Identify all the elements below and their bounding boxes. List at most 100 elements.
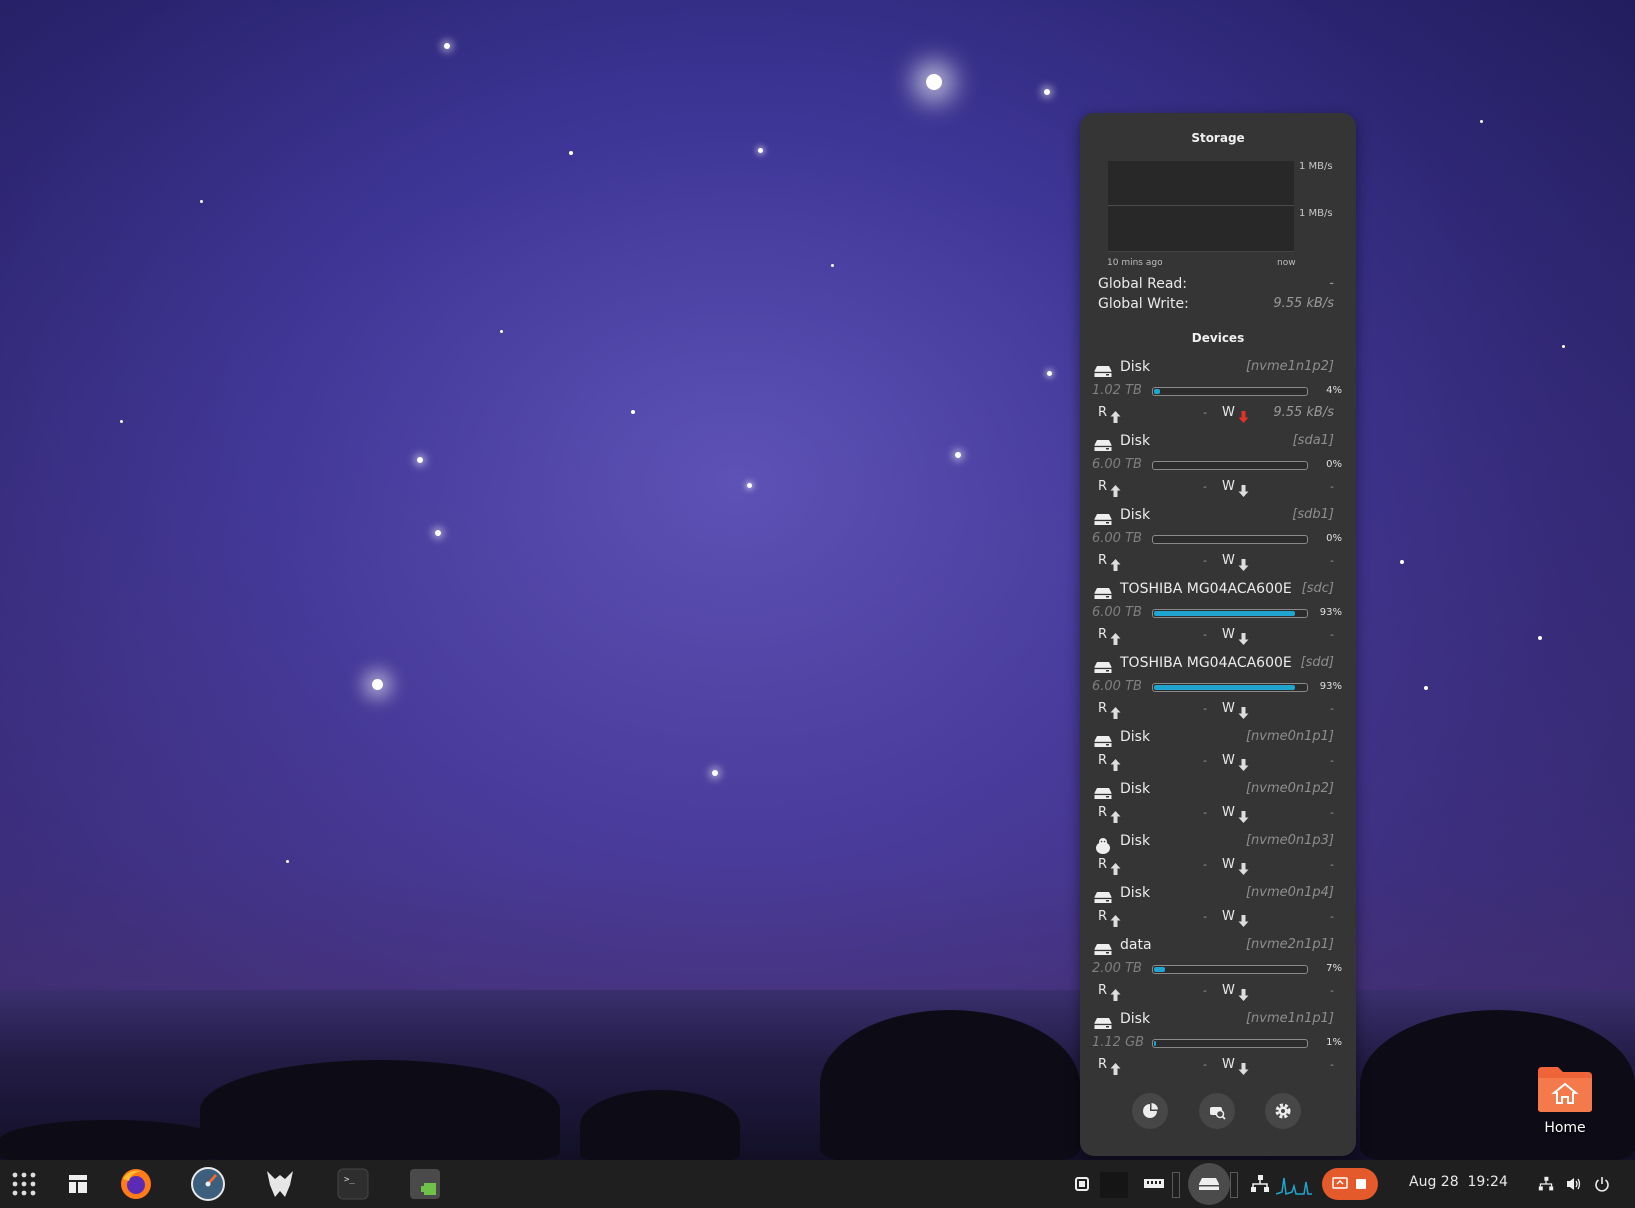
- write-rate: -: [1330, 754, 1334, 767]
- rock: [200, 1060, 560, 1160]
- device-usage-percent: 93%: [1319, 607, 1342, 618]
- disk-search-icon: [1210, 1107, 1226, 1120]
- read-rate: -: [1203, 554, 1207, 567]
- device-usage-percent: 0%: [1326, 459, 1342, 470]
- disk-icon: [1094, 437, 1112, 451]
- star: [286, 860, 289, 863]
- storage-indicator[interactable]: [1188, 1163, 1230, 1205]
- settings-button[interactable]: [1265, 1093, 1301, 1129]
- device-usage-bar: [1152, 535, 1308, 544]
- global-read-label: Global Read:: [1098, 276, 1188, 292]
- stats-button[interactable]: [1132, 1093, 1168, 1129]
- device-usage-fill: [1154, 611, 1295, 616]
- taskbar: >_ Aug 28 19:24: [0, 1160, 1635, 1208]
- app-grid-button[interactable]: [6, 1166, 42, 1202]
- terminal-launcher[interactable]: >_: [335, 1166, 371, 1202]
- memory-icon: [1144, 1179, 1164, 1188]
- write-rate: 9.55 kB/s: [1273, 405, 1334, 420]
- read-label: R: [1098, 405, 1108, 420]
- write-label: W: [1222, 983, 1235, 998]
- write-label: W: [1222, 753, 1235, 768]
- system-monitor-button[interactable]: [1199, 1093, 1235, 1129]
- device-usage-bar: [1152, 1039, 1308, 1048]
- read-arrow-up-icon: [1110, 912, 1121, 927]
- device-name: Disk: [1120, 781, 1151, 797]
- write-arrow-down-icon: [1238, 912, 1249, 927]
- power-icon: [1595, 1177, 1609, 1192]
- power-menu[interactable]: [1584, 1166, 1620, 1202]
- write-label: W: [1222, 701, 1235, 716]
- star: [926, 74, 942, 90]
- star: [631, 410, 635, 414]
- stop-recording-icon[interactable]: [1356, 1179, 1366, 1189]
- device-size: 6.00 TB: [1092, 457, 1142, 472]
- linux-icon: [1094, 837, 1112, 854]
- read-label: R: [1098, 857, 1108, 872]
- firefox-icon: [121, 1169, 151, 1199]
- write-rate: -: [1330, 858, 1334, 871]
- star: [1044, 89, 1050, 95]
- network-indicator[interactable]: [1242, 1166, 1278, 1202]
- read-rate: -: [1203, 858, 1207, 871]
- read-label: R: [1098, 701, 1108, 716]
- device-name: TOSHIBA MG04ACA600E: [1120, 581, 1292, 597]
- device-id: [sdc]: [1301, 581, 1334, 596]
- extensions-launcher[interactable]: [407, 1166, 443, 1202]
- dragon-icon: [267, 1171, 293, 1197]
- device-usage-bar: [1152, 609, 1308, 618]
- write-arrow-down-icon: [1238, 704, 1249, 719]
- rock: [820, 1010, 1080, 1160]
- memory-indicator[interactable]: [1136, 1166, 1172, 1202]
- device-id: [nvme1n1p1]: [1245, 1011, 1334, 1026]
- graph-divider: [1108, 205, 1294, 206]
- device-size: 6.00 TB: [1092, 679, 1142, 694]
- device-usage-percent: 7%: [1326, 963, 1342, 974]
- write-label: W: [1222, 1057, 1235, 1072]
- graph-scale-read: 1 MB/s: [1299, 161, 1333, 172]
- star: [747, 483, 752, 488]
- device-id: [nvme0n1p1]: [1245, 729, 1334, 744]
- device-id: [sdb1]: [1292, 507, 1334, 522]
- write-arrow-down-icon: [1238, 860, 1249, 875]
- star: [569, 151, 573, 155]
- device-name: Disk: [1120, 885, 1151, 901]
- device-usage-fill: [1154, 967, 1165, 972]
- puzzle-icon: [410, 1169, 440, 1199]
- firefox-launcher[interactable]: [118, 1166, 154, 1202]
- screen-recording-indicator[interactable]: [1322, 1168, 1378, 1200]
- write-rate: -: [1330, 480, 1334, 493]
- read-arrow-up-icon: [1110, 860, 1121, 875]
- app-grid-icon: [12, 1172, 36, 1196]
- game-launcher[interactable]: [262, 1166, 298, 1202]
- disk-icon: [1094, 363, 1112, 377]
- star: [1047, 371, 1052, 376]
- star: [200, 200, 203, 203]
- disk-icon: [1094, 659, 1112, 673]
- write-label: W: [1222, 479, 1235, 494]
- cpu-indicator[interactable]: [1064, 1166, 1100, 1202]
- graph-time-end: now: [1277, 258, 1296, 268]
- device-usage-percent: 4%: [1326, 385, 1342, 396]
- star: [435, 530, 441, 536]
- read-label: R: [1098, 1057, 1108, 1072]
- star: [500, 330, 503, 333]
- graph-scale-write: 1 MB/s: [1299, 208, 1333, 219]
- star: [1538, 636, 1542, 640]
- device-id: [nvme1n1p2]: [1245, 359, 1334, 374]
- storage-title: Storage: [1191, 131, 1245, 145]
- device-size: 6.00 TB: [1092, 531, 1142, 546]
- workspaces-button[interactable]: [60, 1166, 96, 1202]
- read-arrow-up-icon: [1110, 556, 1121, 571]
- home-folder-label: Home: [1544, 1120, 1586, 1136]
- write-arrow-down-icon: [1238, 756, 1249, 771]
- write-label: W: [1222, 627, 1235, 642]
- write-arrow-down-icon: [1238, 408, 1249, 423]
- cpu-sparkline: [1100, 1172, 1128, 1198]
- clock[interactable]: Aug 28 19:24: [1409, 1174, 1508, 1190]
- global-write-label: Global Write:: [1098, 296, 1189, 312]
- system-monitor-launcher[interactable]: [190, 1166, 226, 1202]
- write-label: W: [1222, 553, 1235, 568]
- read-arrow-up-icon: [1110, 808, 1121, 823]
- device-name: Disk: [1120, 433, 1151, 449]
- devices-title: Devices: [1191, 331, 1245, 345]
